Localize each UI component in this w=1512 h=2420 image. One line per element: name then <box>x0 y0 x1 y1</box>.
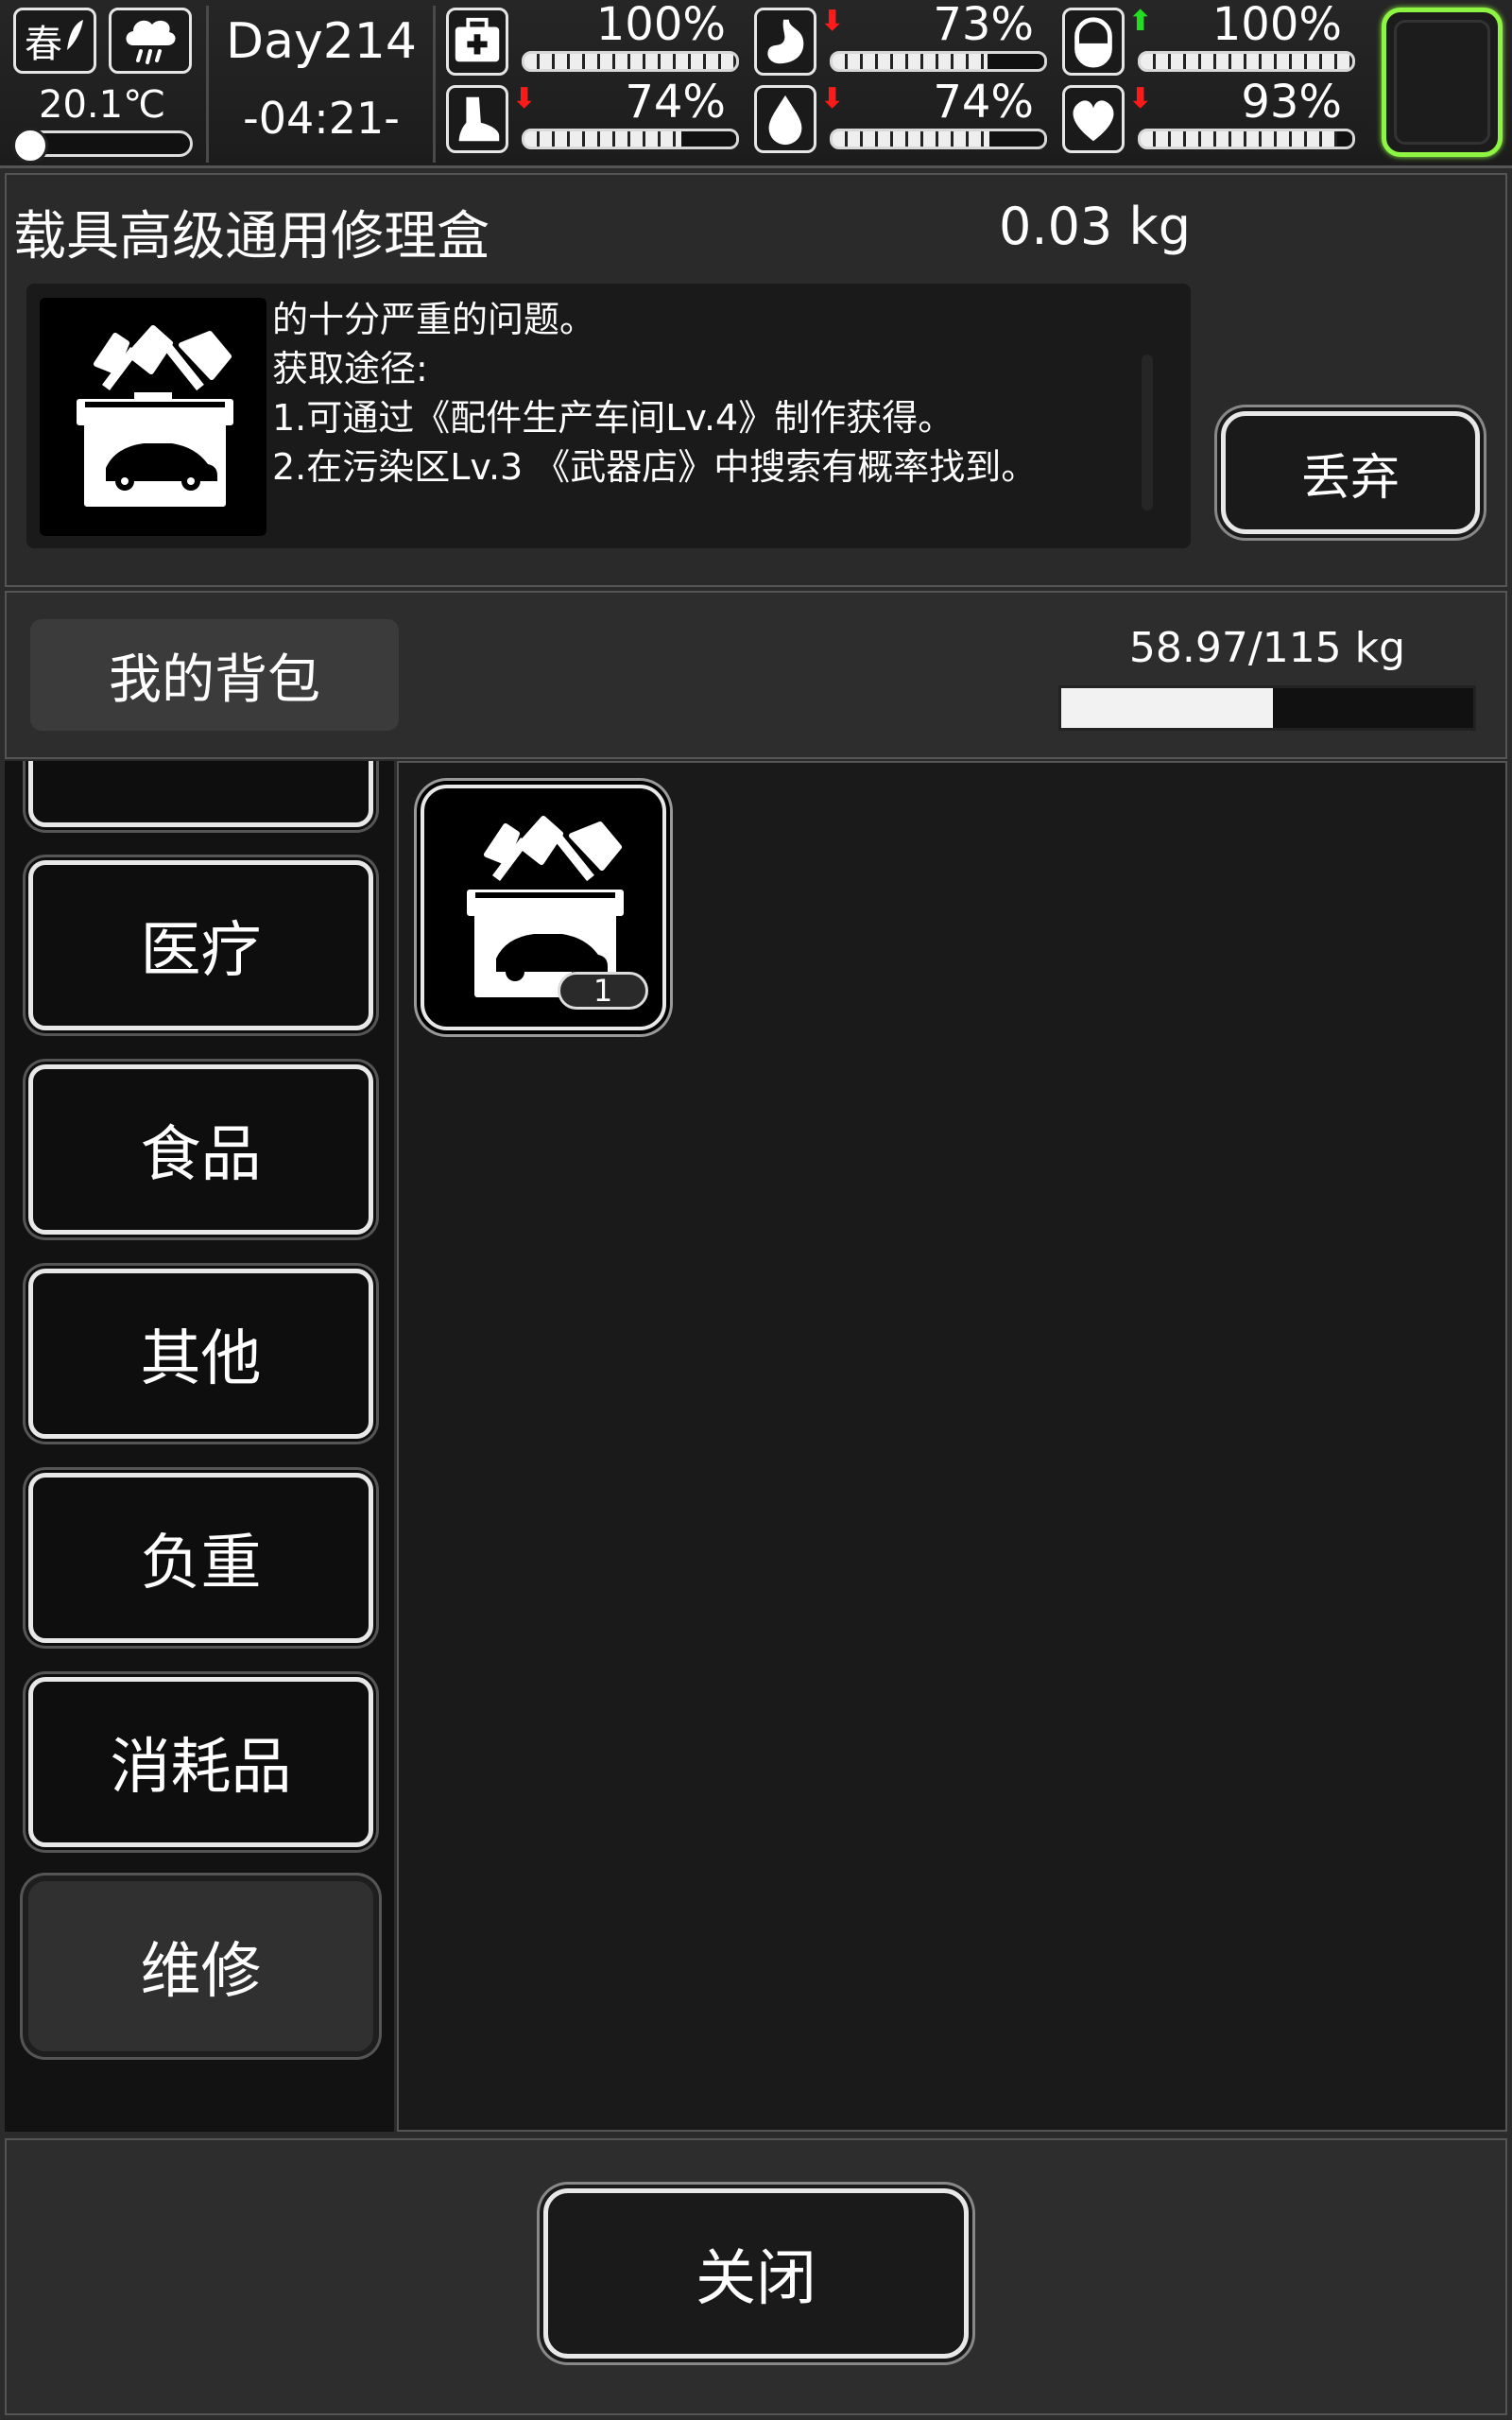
health-stat-icon-frame <box>446 8 508 76</box>
category-tab-1[interactable]: 食品 <box>28 1064 373 1235</box>
item-description: 的十分严重的问题。 获取途径: 1.可通过《配件生产车间Lv.4》制作获得。 2… <box>272 295 1037 492</box>
backpack-weight-fill <box>1061 688 1273 728</box>
rain-cloud-icon <box>126 20 176 64</box>
stamina-bar-empty <box>680 131 736 147</box>
thirst-bar-empty <box>988 131 1044 147</box>
mood-bar-empty <box>1337 131 1352 147</box>
stamina-bar <box>522 129 739 149</box>
medkit-icon <box>455 17 500 62</box>
hunger-bar-empty <box>987 54 1044 69</box>
backpack-title[interactable]: 我的背包 <box>30 619 399 731</box>
category-tab-0[interactable]: 医疗 <box>28 860 373 1030</box>
category-tab-3[interactable]: 负重 <box>28 1473 373 1643</box>
mood-stat-icon-frame <box>1062 85 1125 153</box>
backpack-weight-bar <box>1058 685 1476 731</box>
category-tab-partial[interactable] <box>28 761 373 827</box>
description-line: 2.在污染区Lv.3 《武器店》中搜索有概率找到。 <box>272 446 1038 488</box>
status-divider <box>433 6 436 163</box>
category-tab-2[interactable]: 其他 <box>28 1269 373 1439</box>
leaf-icon <box>67 20 83 50</box>
hunger-bar <box>830 51 1047 72</box>
description-line: 的十分严重的问题。 <box>272 299 596 340</box>
mood-percent: 93% <box>1241 76 1342 129</box>
stamina-stat-icon-frame <box>446 85 508 153</box>
item-name: 载具高级通用修理盒 <box>13 206 490 268</box>
immunity-percent: 100% <box>1211 0 1342 51</box>
heart-icon <box>1073 100 1114 142</box>
item-image <box>40 298 266 536</box>
stomach-icon <box>767 19 804 64</box>
immunity-stat-icon-frame <box>1062 8 1125 76</box>
stamina-percent: 74% <box>625 76 726 129</box>
hunger-percent: 73% <box>933 0 1034 51</box>
thermometer-bulb-icon <box>12 128 48 164</box>
clock: -04:21- <box>243 93 400 144</box>
pill-icon <box>1074 17 1112 68</box>
thirst-stat-icon-frame <box>754 85 816 153</box>
item-weight: 0.03 kg <box>999 197 1191 256</box>
season-badge: 春 <box>13 8 96 74</box>
water-drop-icon <box>768 95 802 146</box>
health-percent: 100% <box>595 0 726 51</box>
description-line: 获取途径: <box>272 348 428 389</box>
backpack-weight-text: 58.97/115 kg <box>1128 624 1406 672</box>
hunger-stat-icon-frame <box>754 8 816 76</box>
day-counter: Day214 <box>226 13 417 70</box>
mood-bar <box>1138 129 1355 149</box>
weather-badge <box>109 8 192 74</box>
close-button[interactable]: 关闭 <box>543 2188 969 2359</box>
vehicle-repair-kit-icon <box>77 325 233 507</box>
description-line: 1.可通过《配件生产车间Lv.4》制作获得。 <box>272 397 954 439</box>
health-bar <box>522 51 739 72</box>
category-tab-5[interactable]: 维修 <box>28 1881 373 2051</box>
temperature-readout: 20.1℃ <box>39 83 165 127</box>
description-scrollbar[interactable] <box>1142 354 1153 510</box>
temperature-gauge <box>12 128 193 164</box>
category-tab-4[interactable]: 消耗品 <box>28 1677 373 1847</box>
thirst-bar <box>830 129 1047 149</box>
season-label: 春 <box>25 23 62 66</box>
slot-count-badge: 1 <box>558 972 648 1010</box>
foot-icon <box>458 96 500 142</box>
equipped-quick-slot[interactable] <box>1382 8 1503 157</box>
status-divider <box>206 6 209 163</box>
discard-button[interactable]: 丢弃 <box>1221 411 1480 534</box>
immunity-bar <box>1138 51 1355 72</box>
thirst-percent: 74% <box>933 76 1034 129</box>
